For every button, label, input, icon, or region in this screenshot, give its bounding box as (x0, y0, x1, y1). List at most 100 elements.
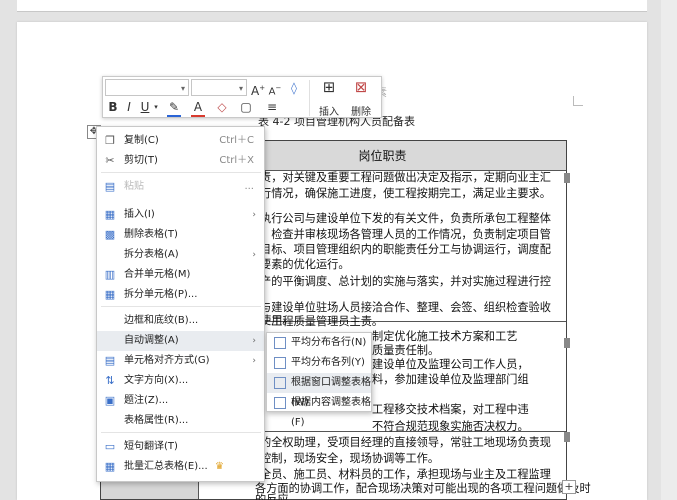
distribute-rows-icon (274, 337, 286, 349)
underline-button[interactable]: U (139, 99, 151, 115)
menu-item[interactable]: ▣ 题注(Z)... (97, 391, 264, 411)
menu-separator (101, 432, 261, 433)
table-cell-line: 控制，现场安全，现场协调等工作。 (260, 452, 440, 465)
menu-item-shortcut: Ctrl＋X (219, 155, 254, 166)
menu-item-label: 边框和底纹(B)... (124, 315, 199, 326)
submenu-item-label: 平均分布各列(Y) (291, 357, 365, 368)
table-cell-line: 行情况，确保施工进度，使工程按期完工，满足业主要求。 (260, 187, 551, 200)
menu-item-label: 自动调整(A) (124, 335, 179, 346)
shrink-font-button[interactable]: A− (268, 80, 282, 97)
paste-icon: ▤ (104, 180, 116, 193)
eraser-icon[interactable]: ◊ (286, 80, 302, 96)
table-cell-line: 工程移交技术档案，对工程中违 (372, 403, 529, 416)
table-cell-line: 要素的优化运行。 (260, 258, 350, 271)
font-size-select[interactable]: ▾ (191, 79, 247, 96)
align-icon[interactable]: ≡ (263, 99, 281, 115)
caption-icon: ▣ (104, 394, 116, 407)
menu-item[interactable]: 拆分表格(A) › (97, 245, 264, 265)
add-row-button[interactable]: + (562, 480, 576, 494)
table-cell-line: 建设单位及监理公司工作人员， (372, 358, 529, 371)
menu-item[interactable]: ⇅ 文字方向(X)... (97, 371, 264, 391)
menu-item[interactable]: ▥ 合并单元格(M) (97, 265, 264, 285)
menu-item[interactable]: ▭ 短句翻译(T) (97, 437, 264, 457)
highlight-button[interactable]: ✎ (167, 99, 181, 115)
menu-item-label: 复制(C) (124, 135, 159, 146)
table-cell-line: 产的平衡调度、总计划的实施与落实，并对实施过程进行控 (260, 275, 551, 288)
margin-corner-mark (573, 96, 583, 106)
menu-item-label: 拆分单元格(P)... (124, 289, 198, 300)
submenu-item-label: 根据内容调整表格(F) (291, 397, 371, 428)
menu-item[interactable]: ▤ 粘贴... (97, 177, 264, 197)
menu-item-label: 短句翻译(T) (124, 441, 178, 452)
row-resize-marker[interactable] (564, 173, 570, 183)
menu-item[interactable]: 自动调整(A) › (97, 331, 264, 351)
submenu-item[interactable]: 根据内容调整表格(F) (267, 393, 371, 428)
menu-item[interactable]: 边框和底纹(B)... (97, 311, 264, 331)
row-resize-marker[interactable] (564, 338, 570, 348)
row-resize-marker[interactable] (564, 432, 570, 442)
grow-font-button[interactable]: A+ (251, 80, 265, 98)
menu-item[interactable]: ▦ 插入(I) › (97, 205, 264, 225)
batch-summary-icon: ▦ (104, 460, 116, 473)
menu-item[interactable]: ▤ 单元格对齐方式(G) › (97, 351, 264, 371)
submenu-item[interactable]: 平均分布各列(Y) (267, 353, 371, 373)
cell-align-icon: ▤ (104, 354, 116, 367)
bold-button[interactable]: B (107, 99, 119, 115)
menu-item[interactable]: ❐ 复制(C) Ctrl＋C (97, 131, 264, 151)
menu-item-label: 合并单元格(M) (124, 269, 191, 280)
auto-fit-submenu: 平均分布各行(N) 平均分布各列(Y) 根据窗口调整表格(W) 根据内容调整表格(F) (266, 332, 372, 428)
font-name-select[interactable]: ▾ (105, 79, 189, 96)
font-color-button[interactable]: A (191, 99, 205, 115)
menu-item-label: 题注(Z)... (124, 395, 169, 406)
menu-item[interactable]: ▦ 拆分单元格(P)... (97, 285, 264, 305)
chevron-right-icon: › (252, 250, 256, 260)
menu-item-label: 拆分表格(A) (124, 249, 179, 260)
table-cell-line: 不符合规范现象实施否决权力。 (372, 420, 529, 433)
table-cell-line: 的全权助理，受项目经理的直接领导，常驻工地现场负责现 (260, 436, 551, 449)
fill-color-icon[interactable]: ◇ (215, 99, 229, 115)
table-cell-line: ，检查并审核现场各管理人员的工作情况，负责制定项目管 (260, 228, 551, 241)
previous-page-bottom (17, 0, 647, 12)
toolbar-divider (309, 80, 310, 116)
font-color-bar (191, 115, 205, 117)
chevron-right-icon: › (252, 336, 256, 346)
menu-item-label: 批量汇总表格(E)... (124, 461, 208, 472)
table-cell-line: 责，对关键及重要工程问题做出决定及指示，定期向业主汇 (260, 171, 551, 184)
menu-item[interactable]: ▩ 删除表格(T) (97, 225, 264, 245)
table-cell-line: 的反应。 (255, 493, 300, 500)
table-cell-line: 料，参加建设单位及监理部门组 (372, 373, 529, 386)
insert-table-icon[interactable]: ⊞ (319, 79, 339, 95)
fit-window-icon (274, 377, 286, 389)
delete-button[interactable]: 删除 (351, 103, 371, 118)
floating-format-toolbar: ▾ ▾ A+ A− ◊ B I U ▾ ✎ A ◇ ▢ ≡ ⊞ 插入 ⊠ 删除 (102, 76, 382, 118)
menu-item[interactable]: ▦ 批量汇总表格(E)... ♛ (97, 457, 264, 477)
menu-item[interactable]: 表格属性(R)... (97, 411, 264, 431)
merge-cells-icon: ▥ (104, 268, 116, 281)
menu-item-shortcut: Ctrl＋C (219, 135, 254, 146)
menu-item-shortcut: ... (244, 181, 254, 192)
menu-item-label: 表格属性(R)... (124, 415, 189, 426)
menu-item[interactable]: ✂ 剪切(T) Ctrl＋X (97, 151, 264, 171)
submenu-item[interactable]: 根据窗口调整表格(W) (267, 373, 371, 408)
insert-table-icon: ▦ (104, 208, 116, 221)
table-context-menu: ❐ 复制(C) Ctrl＋C ✂ 剪切(T) Ctrl＋X ▤ 粘贴... ▦ 插入(I) › ▩ 删除… (96, 126, 265, 482)
table-cell-line: 执行公司与建设单位下发的有关文件，负责所承包工程整体 (260, 212, 551, 225)
insert-button[interactable]: 插入 (319, 103, 339, 118)
menu-item-label: 剪切(T) (124, 155, 158, 166)
copy-icon: ❐ (105, 134, 115, 147)
highlight-color-bar (167, 115, 181, 117)
crown-icon: ♛ (215, 461, 224, 472)
chevron-right-icon: › (252, 210, 256, 220)
italic-button[interactable]: I (123, 99, 135, 115)
delete-table-icon: ▩ (104, 228, 116, 241)
delete-table-icon[interactable]: ⊠ (351, 79, 371, 95)
border-icon[interactable]: ▢ (239, 99, 253, 115)
table-cell-line: 目标、项目管理组织内的职能责任分工与协调运行，调度配 (260, 243, 551, 256)
table-cell-line: 、工程质量管理员主责。 (260, 315, 384, 328)
menu-item-label: 粘贴 (124, 181, 144, 192)
menu-item-label: 文字方向(X)... (124, 375, 189, 386)
split-cells-icon: ▦ (104, 288, 116, 301)
submenu-item[interactable]: 平均分布各行(N) (267, 333, 371, 353)
chevron-down-icon[interactable]: ▾ (152, 99, 160, 115)
text-direction-icon: ⇅ (105, 374, 115, 387)
